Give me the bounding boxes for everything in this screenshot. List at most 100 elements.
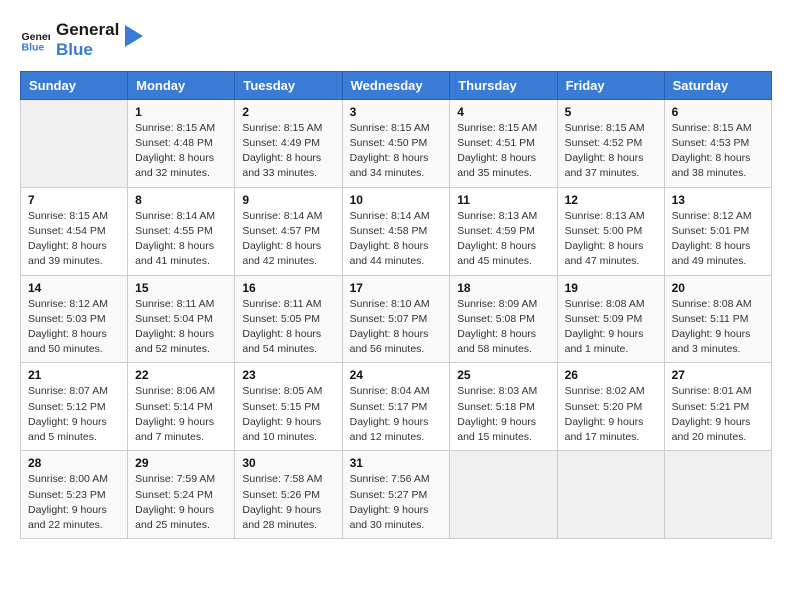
calendar-cell: 20 Sunrise: 8:08 AM Sunset: 5:11 PM Dayli… — [664, 275, 771, 363]
day-info: Sunrise: 8:11 AM Sunset: 5:05 PM Dayligh… — [242, 297, 334, 358]
day-info: Sunrise: 8:03 AM Sunset: 5:18 PM Dayligh… — [457, 384, 549, 445]
day-info: Sunrise: 7:59 AM Sunset: 5:24 PM Dayligh… — [135, 472, 227, 533]
week-row-3: 14Sunrise: 8:12 AM Sunset: 5:03 PM Dayli… — [21, 275, 772, 363]
day-number: 18 — [457, 281, 549, 295]
logo-icon: General Blue — [20, 25, 50, 55]
day-number: 9 — [242, 193, 334, 207]
calendar-cell: 17 Sunrise: 8:10 AM Sunset: 5:07 PM Dayli… — [342, 275, 450, 363]
day-number: 4 — [457, 105, 549, 119]
svg-text:Blue: Blue — [22, 42, 45, 54]
calendar-cell: 11 Sunrise: 8:13 AM Sunset: 4:59 PM Dayli… — [450, 187, 557, 275]
day-number: 24 — [350, 368, 443, 382]
day-number: 2 — [242, 105, 334, 119]
week-row-5: 28 Sunrise: 8:00 AM Sunset: 5:23 PM Dayli… — [21, 451, 772, 539]
weekday-header-saturday: Saturday — [664, 71, 771, 99]
day-info: Sunrise: 8:04 AM Sunset: 5:17 PM Dayligh… — [350, 384, 443, 445]
day-info: Sunrise: 8:15 AM Sunset: 4:52 PM Dayligh… — [565, 121, 657, 182]
day-info: Sunrise: 8:15 AM Sunset: 4:50 PM Dayligh… — [350, 121, 443, 182]
calendar-cell: 18Sunrise: 8:09 AM Sunset: 5:08 PM Dayli… — [450, 275, 557, 363]
day-number: 30 — [242, 456, 334, 470]
day-info: Sunrise: 8:10 AM Sunset: 5:07 PM Dayligh… — [350, 297, 443, 358]
day-number: 25 — [457, 368, 549, 382]
day-info: Sunrise: 8:15 AM Sunset: 4:54 PM Dayligh… — [28, 209, 120, 270]
day-info: Sunrise: 8:08 AM Sunset: 5:09 PM Dayligh… — [565, 297, 657, 358]
day-number: 10 — [350, 193, 443, 207]
weekday-header-sunday: Sunday — [21, 71, 128, 99]
calendar-cell: 27 Sunrise: 8:01 AM Sunset: 5:21 PM Dayli… — [664, 363, 771, 451]
day-number: 1 — [135, 105, 227, 119]
day-number: 27 — [672, 368, 764, 382]
calendar-cell: 15Sunrise: 8:11 AM Sunset: 5:04 PM Dayli… — [128, 275, 235, 363]
calendar-cell: 6 Sunrise: 8:15 AM Sunset: 4:53 PM Daylig… — [664, 99, 771, 187]
calendar-cell: 24 Sunrise: 8:04 AM Sunset: 5:17 PM Dayli… — [342, 363, 450, 451]
weekday-header-row: SundayMondayTuesdayWednesdayThursdayFrid… — [21, 71, 772, 99]
day-number: 12 — [565, 193, 657, 207]
week-row-4: 21Sunrise: 8:07 AM Sunset: 5:12 PM Dayli… — [21, 363, 772, 451]
calendar-cell — [450, 451, 557, 539]
weekday-header-wednesday: Wednesday — [342, 71, 450, 99]
calendar-cell: 10 Sunrise: 8:14 AM Sunset: 4:58 PM Dayli… — [342, 187, 450, 275]
week-row-1: 1Sunrise: 8:15 AM Sunset: 4:48 PM Daylig… — [21, 99, 772, 187]
day-info: Sunrise: 8:15 AM Sunset: 4:49 PM Dayligh… — [242, 121, 334, 182]
day-number: 14 — [28, 281, 120, 295]
calendar-cell: 1Sunrise: 8:15 AM Sunset: 4:48 PM Daylig… — [128, 99, 235, 187]
calendar-cell — [21, 99, 128, 187]
day-number: 15 — [135, 281, 227, 295]
calendar-cell: 23 Sunrise: 8:05 AM Sunset: 5:15 PM Dayli… — [235, 363, 342, 451]
day-number: 26 — [565, 368, 657, 382]
day-info: Sunrise: 8:14 AM Sunset: 4:57 PM Dayligh… — [242, 209, 334, 270]
day-info: Sunrise: 8:12 AM Sunset: 5:01 PM Dayligh… — [672, 209, 764, 270]
calendar-cell — [557, 451, 664, 539]
day-number: 8 — [135, 193, 227, 207]
day-number: 17 — [350, 281, 443, 295]
calendar-cell: 21Sunrise: 8:07 AM Sunset: 5:12 PM Dayli… — [21, 363, 128, 451]
day-number: 13 — [672, 193, 764, 207]
calendar-cell: 9 Sunrise: 8:14 AM Sunset: 4:57 PM Daylig… — [235, 187, 342, 275]
day-info: Sunrise: 8:01 AM Sunset: 5:21 PM Dayligh… — [672, 384, 764, 445]
logo-text-general: General — [56, 20, 119, 40]
day-info: Sunrise: 8:13 AM Sunset: 4:59 PM Dayligh… — [457, 209, 549, 270]
page-header: General Blue General Blue — [20, 20, 772, 61]
day-info: Sunrise: 7:58 AM Sunset: 5:26 PM Dayligh… — [242, 472, 334, 533]
day-number: 28 — [28, 456, 120, 470]
calendar-cell: 26 Sunrise: 8:02 AM Sunset: 5:20 PM Dayli… — [557, 363, 664, 451]
calendar-cell: 31Sunrise: 7:56 AM Sunset: 5:27 PM Dayli… — [342, 451, 450, 539]
day-info: Sunrise: 8:15 AM Sunset: 4:53 PM Dayligh… — [672, 121, 764, 182]
day-number: 11 — [457, 193, 549, 207]
day-info: Sunrise: 8:06 AM Sunset: 5:14 PM Dayligh… — [135, 384, 227, 445]
calendar-cell: 12 Sunrise: 8:13 AM Sunset: 5:00 PM Dayli… — [557, 187, 664, 275]
day-info: Sunrise: 8:07 AM Sunset: 5:12 PM Dayligh… — [28, 384, 120, 445]
day-info: Sunrise: 8:14 AM Sunset: 4:55 PM Dayligh… — [135, 209, 227, 270]
day-number: 7 — [28, 193, 120, 207]
weekday-header-friday: Friday — [557, 71, 664, 99]
weekday-header-thursday: Thursday — [450, 71, 557, 99]
calendar-cell: 30 Sunrise: 7:58 AM Sunset: 5:26 PM Dayli… — [235, 451, 342, 539]
day-info: Sunrise: 8:13 AM Sunset: 5:00 PM Dayligh… — [565, 209, 657, 270]
day-info: Sunrise: 8:00 AM Sunset: 5:23 PM Dayligh… — [28, 472, 120, 533]
calendar-cell: 7 Sunrise: 8:15 AM Sunset: 4:54 PM Daylig… — [21, 187, 128, 275]
calendar-cell: 16Sunrise: 8:11 AM Sunset: 5:05 PM Dayli… — [235, 275, 342, 363]
day-number: 3 — [350, 105, 443, 119]
calendar-table: SundayMondayTuesdayWednesdayThursdayFrid… — [20, 71, 772, 539]
day-number: 31 — [350, 456, 443, 470]
day-number: 22 — [135, 368, 227, 382]
day-info: Sunrise: 8:02 AM Sunset: 5:20 PM Dayligh… — [565, 384, 657, 445]
calendar-cell: 13 Sunrise: 8:12 AM Sunset: 5:01 PM Dayli… — [664, 187, 771, 275]
day-info: Sunrise: 8:05 AM Sunset: 5:15 PM Dayligh… — [242, 384, 334, 445]
day-number: 5 — [565, 105, 657, 119]
day-number: 19 — [565, 281, 657, 295]
day-info: Sunrise: 8:15 AM Sunset: 4:51 PM Dayligh… — [457, 121, 549, 182]
day-info: Sunrise: 8:14 AM Sunset: 4:58 PM Dayligh… — [350, 209, 443, 270]
calendar-cell: 5 Sunrise: 8:15 AM Sunset: 4:52 PM Daylig… — [557, 99, 664, 187]
day-info: Sunrise: 8:08 AM Sunset: 5:11 PM Dayligh… — [672, 297, 764, 358]
calendar-cell: 28 Sunrise: 8:00 AM Sunset: 5:23 PM Dayli… — [21, 451, 128, 539]
day-number: 6 — [672, 105, 764, 119]
calendar-cell: 14Sunrise: 8:12 AM Sunset: 5:03 PM Dayli… — [21, 275, 128, 363]
weekday-header-tuesday: Tuesday — [235, 71, 342, 99]
calendar-cell: 8 Sunrise: 8:14 AM Sunset: 4:55 PM Daylig… — [128, 187, 235, 275]
day-number: 20 — [672, 281, 764, 295]
calendar-cell: 29Sunrise: 7:59 AM Sunset: 5:24 PM Dayli… — [128, 451, 235, 539]
calendar-cell: 25 Sunrise: 8:03 AM Sunset: 5:18 PM Dayli… — [450, 363, 557, 451]
day-number: 23 — [242, 368, 334, 382]
calendar-cell: 2 Sunrise: 8:15 AM Sunset: 4:49 PM Daylig… — [235, 99, 342, 187]
